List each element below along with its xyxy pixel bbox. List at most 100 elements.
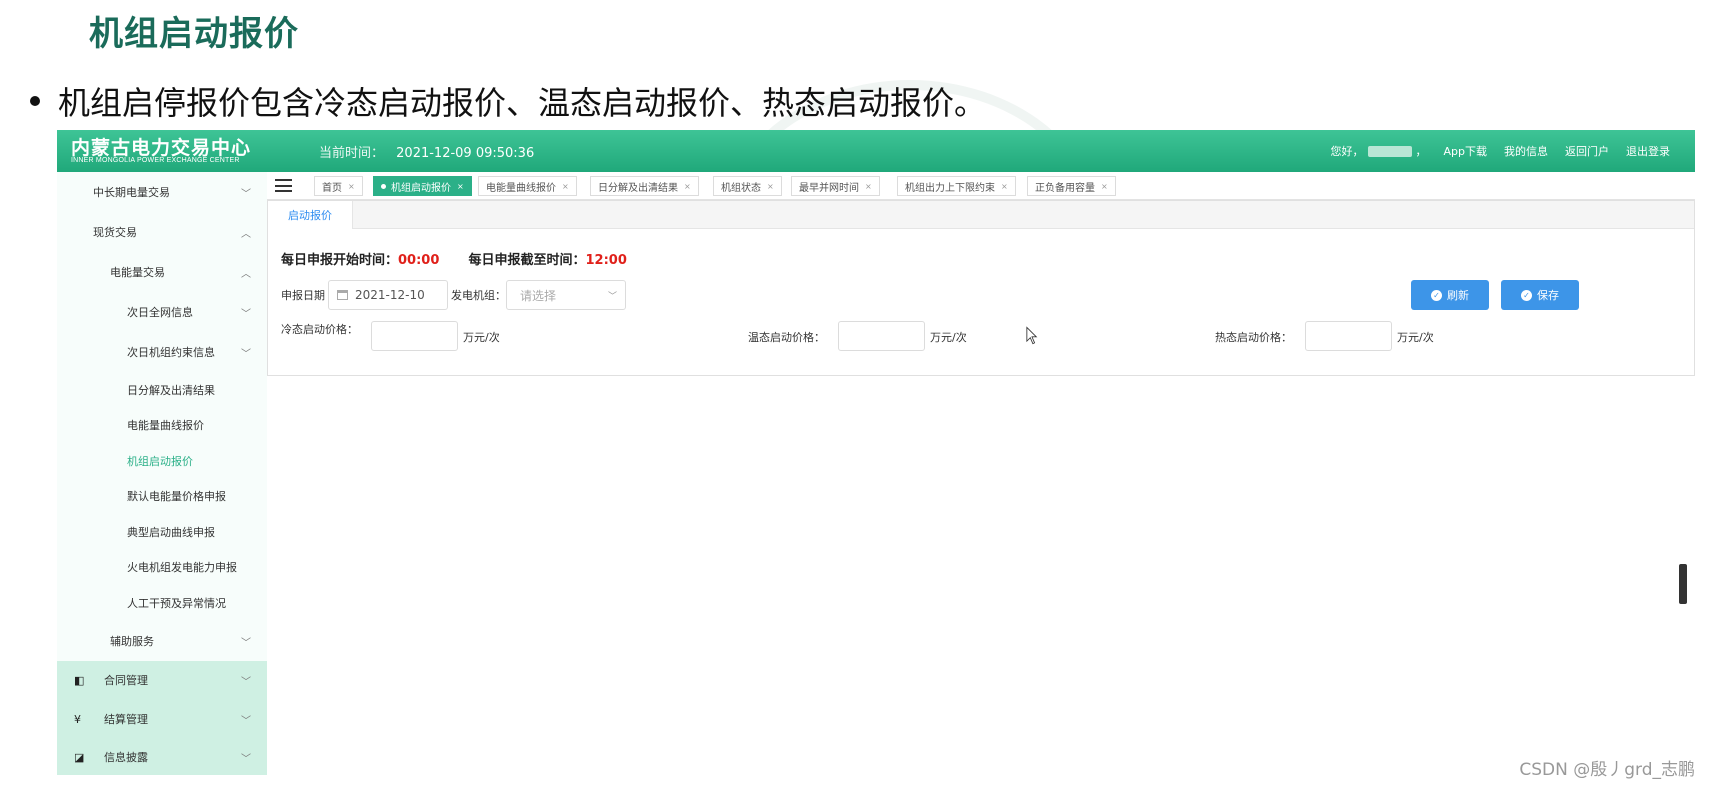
- cold-start-unit: 万元/次: [463, 331, 500, 344]
- chevron-down-icon: ﹀: [241, 188, 251, 200]
- sidebar-item-label: 合同管理: [104, 674, 148, 687]
- sidebar-item-spot[interactable]: 现货交易 ︿: [57, 214, 267, 250]
- start-time-label: 每日申报开始时间：: [281, 253, 399, 268]
- tabs-bar: 首页 × 机组启动报价 × 电能量曲线报价 × 日分解及出清结果 × 机组状态 × 最早并…: [267, 172, 1695, 200]
- sidebar-item-unit-startup-quote[interactable]: 机组启动报价: [57, 443, 267, 479]
- active-dot-icon: [381, 183, 386, 189]
- bullet-dot-icon: [30, 96, 40, 106]
- sidebar-item-next-day-unit-constraint[interactable]: 次日机组约束信息 ﹀: [57, 334, 267, 370]
- tab-energy-curve-quote[interactable]: 电能量曲线报价 ×: [478, 176, 577, 196]
- unit-select[interactable]: 请选择 ﹀: [506, 280, 626, 310]
- tab-label: 电能量曲线报价: [486, 182, 556, 194]
- sidebar-item-mid-long-term[interactable]: 中长期电量交易 ﹀: [57, 174, 267, 210]
- sidebar-item-energy-trade[interactable]: 电能量交易 ︿: [57, 254, 267, 290]
- sidebar-item-settlement[interactable]: ¥ 结算管理 ﹀: [57, 699, 267, 739]
- hot-start-unit: 万元/次: [1397, 331, 1434, 344]
- document-icon: ◪: [74, 750, 85, 764]
- close-icon[interactable]: ×: [684, 182, 691, 191]
- sidebar-item-label: 电能量曲线报价: [127, 419, 204, 432]
- save-label: 保存: [1537, 289, 1559, 302]
- sidebar-item-label: 人工干预及异常情况: [127, 597, 226, 610]
- app-window: 内蒙古电力交易中心 INNER MONGOLIA POWER EXCHANGE …: [57, 130, 1695, 775]
- watermark: CSDN @殷丿grd_志鹏: [1519, 760, 1695, 780]
- app-download-link[interactable]: App下载: [1444, 143, 1488, 159]
- tab-label: 机组启动报价: [391, 182, 451, 194]
- close-icon[interactable]: ×: [1101, 182, 1108, 191]
- close-icon[interactable]: ×: [1001, 182, 1008, 191]
- warm-start-unit: 万元/次: [930, 331, 967, 344]
- close-icon[interactable]: ×: [562, 182, 569, 191]
- chevron-down-icon: ﹀: [241, 637, 251, 649]
- tab-label: 正负备用容量: [1035, 182, 1095, 194]
- return-portal-link[interactable]: 返回门户: [1565, 143, 1609, 159]
- scrollbar-handle[interactable]: [1679, 564, 1687, 604]
- tab-output-limit[interactable]: 机组出力上下限约束 ×: [897, 176, 1016, 196]
- sidebar-item-typical-startup-curve[interactable]: 典型启动曲线申报: [57, 514, 267, 550]
- tab-label: 日分解及出清结果: [598, 182, 678, 194]
- tab-home[interactable]: 首页 ×: [314, 176, 363, 196]
- sidebar-item-contract[interactable]: ◧ 合同管理 ﹀: [57, 661, 267, 699]
- cold-start-price-label: 冷态启动价格：: [281, 323, 358, 336]
- chevron-down-icon: ﹀: [607, 291, 617, 302]
- logout-link[interactable]: 退出登录: [1626, 143, 1670, 159]
- current-time-value: 2021-12-09 09:50:36: [396, 146, 535, 161]
- chevron-down-icon: ﹀: [241, 715, 251, 727]
- subtab-startup-quote[interactable]: 启动报价: [268, 201, 353, 229]
- mouse-cursor-icon: [1026, 326, 1038, 345]
- calendar-icon: [337, 290, 348, 300]
- save-button[interactable]: ✓ 保存: [1501, 280, 1579, 310]
- end-time-label: 每日申报截至时间：: [468, 253, 586, 268]
- tab-label: 最早并网时间: [799, 182, 859, 194]
- warm-start-price-input[interactable]: [838, 321, 925, 351]
- unit-placeholder: 请选择: [520, 288, 557, 303]
- slide-title: 机组启动报价: [89, 14, 299, 54]
- tab-reserve-capacity[interactable]: 正负备用容量 ×: [1027, 176, 1116, 196]
- logo-title: 内蒙古电力交易中心: [71, 137, 252, 159]
- sidebar-item-label: 日分解及出清结果: [127, 384, 215, 397]
- bullet-text: 机组启停报价包含冷态启动报价、温态启动报价、热态启动报价。: [58, 84, 987, 122]
- sidebar-item-next-day-grid[interactable]: 次日全网信息 ﹀: [57, 294, 267, 330]
- hot-start-price-input[interactable]: [1305, 321, 1392, 351]
- sidebar-item-label: 火电机组发电能力申报: [127, 561, 237, 574]
- menu-toggle-icon[interactable]: [275, 179, 292, 192]
- sidebar-item-ancillary[interactable]: 辅助服务 ﹀: [57, 623, 267, 659]
- cold-start-price-input[interactable]: [371, 321, 458, 351]
- tab-label: 首页: [322, 182, 342, 194]
- chevron-up-icon: ︿: [241, 228, 251, 240]
- sidebar-item-label: 典型启动曲线申报: [127, 526, 215, 539]
- date-field[interactable]: 2021-12-10: [328, 280, 448, 310]
- unit-label: 发电机组：: [451, 289, 506, 302]
- chevron-down-icon: ﹀: [241, 676, 251, 688]
- close-icon[interactable]: ×: [767, 182, 774, 191]
- sidebar-item-label: 辅助服务: [110, 635, 154, 648]
- tab-earliest-grid-time[interactable]: 最早并网时间 ×: [791, 176, 880, 196]
- sidebar-item-energy-curve-quote[interactable]: 电能量曲线报价: [57, 407, 267, 443]
- submission-window: 每日申报开始时间：00:00 每日申报截至时间：12:00: [281, 249, 627, 268]
- tab-unit-startup-quote[interactable]: 机组启动报价 ×: [373, 176, 472, 196]
- end-time-value: 12:00: [585, 253, 627, 268]
- greeting: 您好， ，: [1331, 143, 1427, 159]
- chevron-down-icon: ﹀: [241, 753, 251, 765]
- close-icon[interactable]: ×: [348, 182, 355, 191]
- date-label: 申报日期: [281, 289, 325, 302]
- tab-daily-clearing[interactable]: 日分解及出清结果 ×: [590, 176, 699, 196]
- my-info-link[interactable]: 我的信息: [1504, 143, 1548, 159]
- tab-unit-status[interactable]: 机组状态 ×: [713, 176, 782, 196]
- sidebar-item-thermal-capacity[interactable]: 火电机组发电能力申报: [57, 549, 267, 585]
- greeting-text: 您好，: [1330, 145, 1364, 158]
- sidebar-item-manual-intervention[interactable]: 人工干预及异常情况: [57, 585, 267, 621]
- sidebar-item-label: 结算管理: [104, 713, 148, 726]
- check-circle-icon: ✓: [1431, 289, 1442, 301]
- sidebar-item-label: 次日全网信息: [127, 306, 193, 319]
- sidebar-item-default-price[interactable]: 默认电能量价格申报: [57, 478, 267, 514]
- close-icon[interactable]: ×: [865, 182, 872, 191]
- refresh-button[interactable]: ✓ 刷新: [1411, 280, 1489, 310]
- close-icon[interactable]: ×: [457, 182, 464, 191]
- filter-row: 申报日期 2021-12-10 发电机组： 请选择 ﹀: [281, 280, 626, 310]
- sidebar-item-label: 现货交易: [93, 226, 137, 239]
- sidebar-item-disclosure[interactable]: ◪ 信息披露 ﹀: [57, 739, 267, 775]
- content-panel: 启动报价 每日申报开始时间：00:00 每日申报截至时间：12:00 申报日期 …: [267, 200, 1695, 376]
- current-time: 当前时间： 2021-12-09 09:50:36: [319, 142, 534, 161]
- slide: 机组启动报价 机组启停报价包含冷态启动报价、温态启动报价、热态启动报价。 内蒙古…: [0, 0, 1711, 787]
- sidebar-item-daily-clearing[interactable]: 日分解及出清结果: [57, 372, 267, 408]
